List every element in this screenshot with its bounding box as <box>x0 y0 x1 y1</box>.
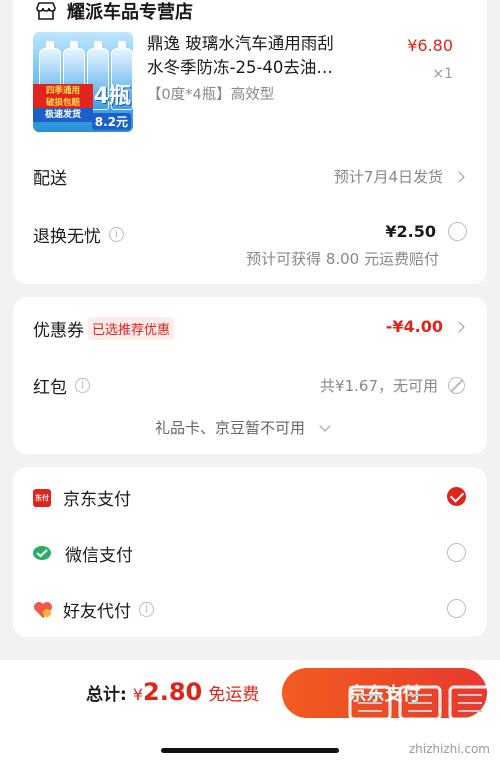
coupon-amount: -¥4.00 <box>385 317 443 336</box>
disabled-icon <box>448 377 465 394</box>
return-note-wrap: 预计可获得 8.00 元运费赔付 <box>246 248 439 269</box>
giftcard-label: 礼品卡、京豆暂不可用 <box>155 419 306 437</box>
info-icon[interactable]: i <box>109 227 124 242</box>
order-card: 耀派车品专营店 四季通用 破损包赔 极速发货 4瓶 8.2元 鼎逸 玻璃水汽车通… <box>13 0 487 284</box>
return-price: ¥2.50 <box>385 222 436 241</box>
return-row: 退换无忧 i <box>33 222 124 247</box>
total-amount: 2.80 <box>143 678 203 706</box>
product-spec: 【0度*4瓶】高效型 <box>147 87 275 103</box>
store-header[interactable]: 耀派车品专营店 <box>35 0 193 24</box>
payment-radio[interactable] <box>447 543 466 562</box>
wechat-pay-icon <box>33 545 51 560</box>
coupon-label: 优惠券 <box>33 321 84 341</box>
product-title-line1: 鼎逸 玻璃水汽车通用雨刮 <box>147 34 334 53</box>
tag-season: 四季通用 <box>45 86 80 96</box>
return-radio[interactable] <box>448 222 467 241</box>
payment-label: 京东支付 <box>63 490 131 510</box>
store-name: 耀派车品专营店 <box>67 2 193 23</box>
delivery-row[interactable]: 预计7月4日发货 <box>333 166 465 187</box>
chevron-down-icon <box>319 419 331 432</box>
product-price: ¥6.80 <box>407 36 453 55</box>
chevron-right-icon <box>453 170 465 183</box>
product-thumbnail[interactable]: 四季通用 破损包赔 极速发货 4瓶 8.2元 <box>33 32 133 132</box>
info-icon[interactable]: i <box>75 378 90 393</box>
coupon-selector[interactable]: -¥4.00 <box>385 317 465 336</box>
payment-label: 好友代付 <box>63 602 131 622</box>
delivery-label: 配送 <box>33 164 67 189</box>
giftcard-row[interactable]: 礼品卡、京豆暂不可用 <box>155 417 331 438</box>
total-summary: 总计: ¥ 2.80 免运费 <box>86 678 259 706</box>
friend-pay-icon <box>34 601 52 618</box>
payment-option-friend[interactable]: 好友代付 i <box>33 597 154 622</box>
total-label: 总计: <box>86 685 127 705</box>
watermark-logo <box>348 685 492 721</box>
checkout-bar: 总计: ¥ 2.80 免运费 京东支付 zhizhizhi.com <box>0 660 500 765</box>
jd-pay-icon: 东付 <box>33 488 51 507</box>
delivery-value: 预计7月4日发货 <box>333 168 443 186</box>
product-title[interactable]: 鼎逸 玻璃水汽车通用雨刮 水冬季防冻-25-40去油… <box>147 32 367 80</box>
coupon-row: 优惠券 已选推荐优惠 <box>33 316 175 341</box>
delivery-label-text: 配送 <box>33 169 67 189</box>
redpacket-value: 共¥1.67，无可用 <box>320 377 438 395</box>
tag-unit-price: 8.2元 <box>91 113 131 130</box>
payment-card: 东付 京东支付 微信支付 好友代付 i <box>13 467 487 637</box>
store-icon <box>36 2 56 20</box>
return-right: ¥2.50 <box>385 222 467 241</box>
return-label: 退换无忧 <box>33 227 101 247</box>
payment-radio[interactable] <box>447 599 466 618</box>
return-note: 预计可获得 8.00 元运费赔付 <box>246 250 439 268</box>
info-icon[interactable]: i <box>139 602 154 617</box>
redpacket-right: 共¥1.67，无可用 <box>320 375 465 396</box>
chevron-right-icon <box>453 320 465 333</box>
redpacket-label: 红包 <box>33 378 67 398</box>
total-shipping: 免运费 <box>208 685 260 705</box>
payment-radio-checked[interactable] <box>447 487 466 506</box>
watermark-url: zhizhizhi.com <box>408 742 490 756</box>
redpacket-row: 红包 i <box>33 373 90 398</box>
product-title-line2: 水冬季防冻-25-40去油… <box>147 58 333 77</box>
product-qty: ×1 <box>432 66 453 82</box>
home-indicator[interactable] <box>161 748 339 753</box>
total-currency: ¥ <box>132 685 143 704</box>
discount-card: 优惠券 已选推荐优惠 -¥4.00 红包 i 共¥1.67，无可用 礼品卡、京豆… <box>13 297 487 454</box>
tag-fast: 极速发货 <box>33 108 93 122</box>
payment-option-jd[interactable]: 东付 京东支付 <box>33 485 131 510</box>
payment-label: 微信支付 <box>65 546 133 566</box>
tag-count: 4瓶 <box>93 84 131 109</box>
coupon-badge: 已选推荐优惠 <box>88 317 175 340</box>
payment-option-wechat[interactable]: 微信支付 <box>33 541 133 566</box>
